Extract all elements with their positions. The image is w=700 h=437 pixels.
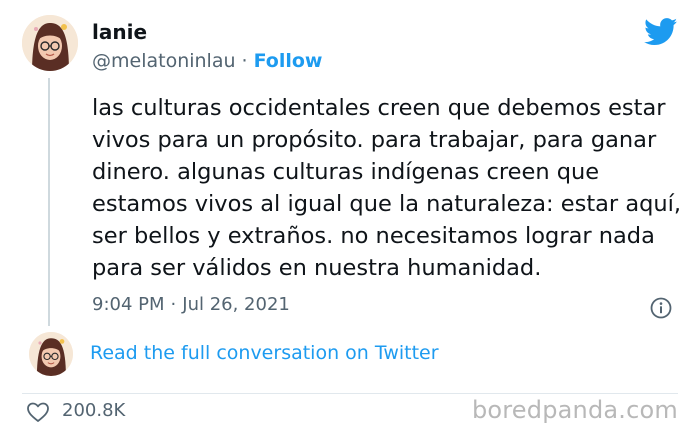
tweet-timestamp[interactable]: 9:04 PM · Jul 26, 2021	[92, 294, 290, 315]
like-count: 200.8K	[62, 400, 126, 421]
divider	[22, 393, 678, 394]
follow-button[interactable]: Follow	[254, 50, 323, 72]
avatar-illustration	[29, 332, 73, 376]
tweet-text: las culturas occidentales creen que debe…	[92, 95, 682, 281]
timestamp-separator: ·	[170, 294, 177, 315]
conversation-avatar[interactable]	[29, 332, 73, 376]
author-handle[interactable]: @melatoninlau	[92, 50, 236, 72]
twitter-bird-icon[interactable]	[644, 18, 678, 46]
heart-icon[interactable]	[26, 401, 50, 423]
info-icon[interactable]	[650, 297, 672, 319]
read-conversation-link[interactable]: Read the full conversation on Twitter	[90, 342, 439, 364]
tweet-time: 9:04 PM	[92, 294, 165, 315]
author-handle-row: @melatoninlau · Follow	[92, 50, 322, 72]
author-display-name[interactable]: lanie	[92, 20, 147, 44]
handle-separator: ·	[241, 50, 248, 72]
tweet-date: Jul 26, 2021	[182, 294, 290, 315]
thread-connector-line	[48, 78, 50, 326]
author-avatar[interactable]	[22, 15, 78, 71]
avatar-illustration	[22, 15, 78, 71]
boredpanda-watermark: boredpanda.com	[471, 396, 678, 424]
